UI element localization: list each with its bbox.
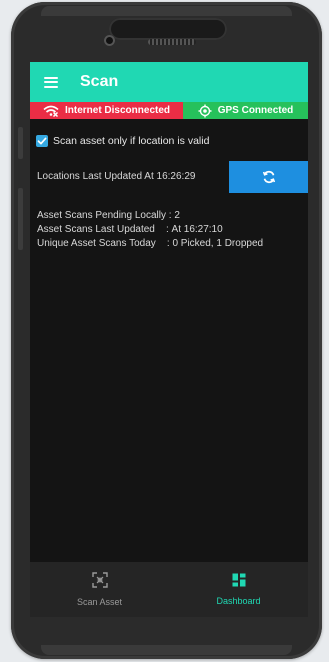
scan-valid-location-label: Scan asset only if location is valid <box>53 135 210 147</box>
locations-update-row: Locations Last Updated At 16:26:29 <box>30 161 308 193</box>
scan-qr-icon <box>91 572 108 588</box>
gps-status-label: GPS Connected <box>217 105 294 116</box>
page-title: Scan <box>80 73 119 90</box>
dashboard-grid-icon <box>232 573 245 587</box>
sync-icon <box>262 170 275 184</box>
stat-separator: : <box>165 210 175 221</box>
locations-last-updated-label: Locations Last Updated At 16:26:29 <box>37 171 196 182</box>
scan-valid-location-checkbox[interactable] <box>36 135 48 147</box>
nav-item-dashboard[interactable]: Dashboard <box>169 562 308 617</box>
stat-label: Asset Scans Last Updated <box>37 224 155 235</box>
stat-value: 0 Picked, 1 Dropped <box>172 238 264 249</box>
gps-status-badge: GPS Connected <box>183 102 308 119</box>
app-bar: Scan <box>30 62 308 102</box>
app-screen: Scan Internet Disconnected GPS Connected… <box>30 62 308 617</box>
stat-label: Unique Asset Scans Today <box>37 238 156 249</box>
nav-label: Dashboard <box>216 596 261 606</box>
scan-valid-location-option[interactable]: Scan asset only if location is valid <box>36 134 308 148</box>
phone-bumper-bottom <box>41 645 292 655</box>
phone-speaker-grill <box>148 39 196 45</box>
internet-status-label: Internet Disconnected <box>64 105 171 116</box>
nav-item-scan-asset[interactable]: Scan Asset <box>30 562 169 617</box>
stat-label: Asset Scans Pending Locally <box>37 210 166 221</box>
gps-target-icon <box>198 104 212 117</box>
stat-last-updated: Asset Scans Last Updated : At 16:27:10 <box>37 223 308 237</box>
scan-stats: Asset Scans Pending Locally : 2 Asset Sc… <box>37 209 308 251</box>
refresh-locations-button[interactable] <box>229 161 308 193</box>
wifi-off-icon <box>43 105 59 117</box>
stat-unique-today: Unique Asset Scans Today : 0 Picked, 1 D… <box>37 237 308 251</box>
phone-side-button <box>18 127 23 159</box>
phone-side-button <box>18 188 23 250</box>
bottom-navigation: Scan Asset Dashboard <box>30 562 308 617</box>
hamburger-menu-icon[interactable] <box>44 76 58 88</box>
stat-pending-locally: Asset Scans Pending Locally : 2 <box>37 209 308 223</box>
page: Scan Internet Disconnected GPS Connected… <box>0 0 329 662</box>
phone-earpiece <box>109 18 227 40</box>
camera-icon <box>104 35 115 46</box>
stat-value: 2 <box>174 210 180 221</box>
internet-status-badge: Internet Disconnected <box>30 102 183 119</box>
phone-bumper-top <box>41 6 292 16</box>
checkmark-icon <box>37 137 47 145</box>
stat-separator: : <box>155 238 173 249</box>
stat-separator: : <box>154 224 172 235</box>
nav-label: Scan Asset <box>76 597 123 607</box>
connection-status-bar: Internet Disconnected GPS Connected <box>30 102 308 119</box>
stat-value: At 16:27:10 <box>171 224 223 235</box>
